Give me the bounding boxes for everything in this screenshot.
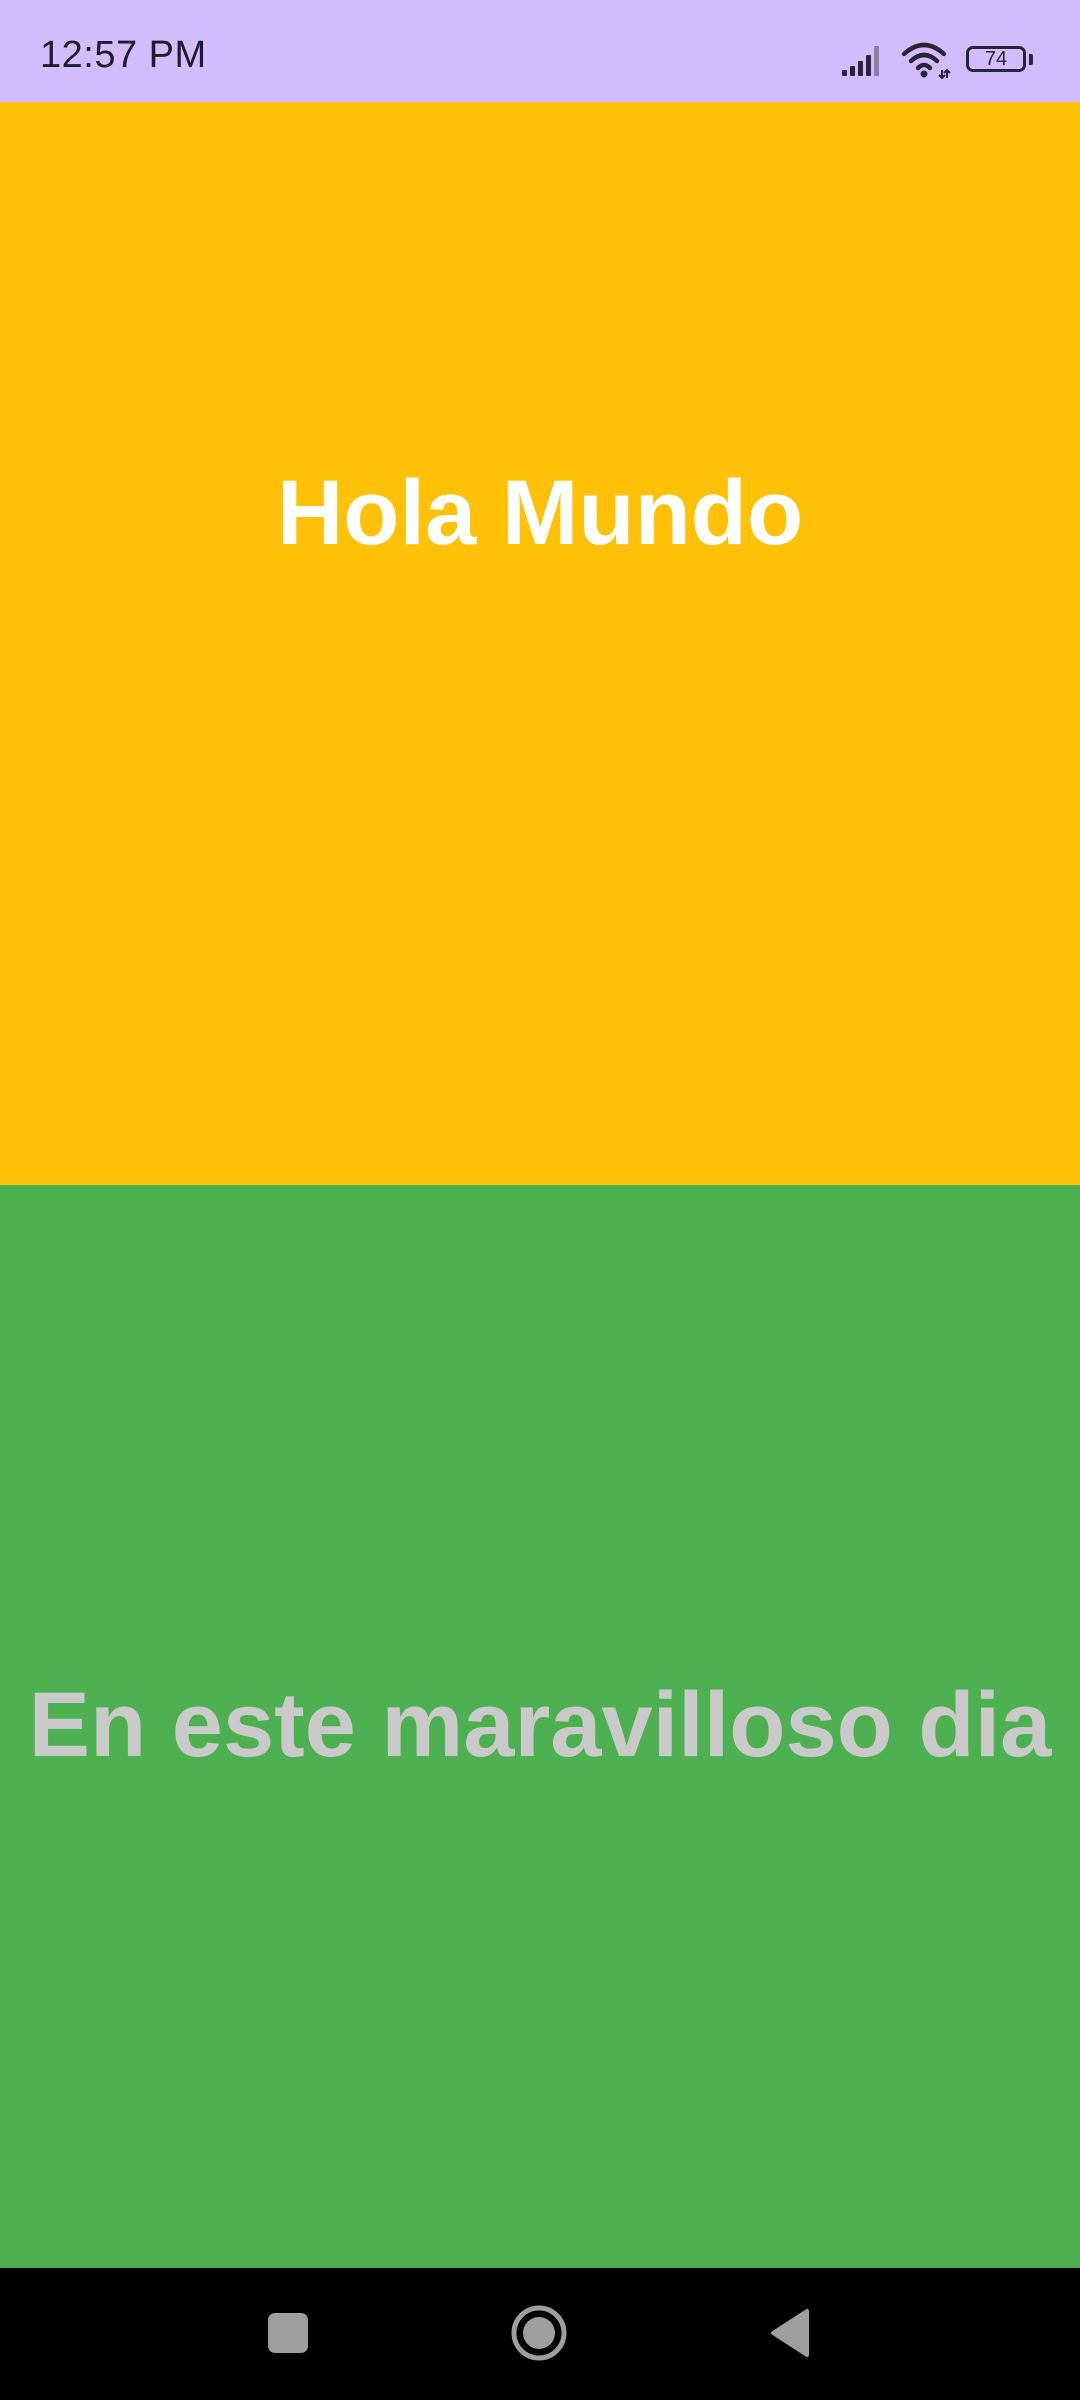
home-button[interactable] — [504, 2298, 574, 2368]
hello-text: Hola Mundo — [276, 462, 804, 564]
top-panel: Hola Mundo — [0, 102, 1080, 1185]
signal-icon — [842, 46, 879, 76]
status-time: 12:57 PM — [40, 34, 207, 76]
bottom-panel: En este maravilloso dia — [0, 1185, 1080, 2268]
app-screen: 12:57 PM 74 Hola Mundo En este maravillo… — [0, 0, 1080, 2400]
status-icons: 74 — [840, 40, 1036, 80]
status-bar: 12:57 PM 74 — [0, 0, 1080, 102]
recents-icon — [268, 2313, 308, 2353]
home-icon — [511, 2305, 567, 2361]
recents-button[interactable] — [253, 2298, 323, 2368]
battery-icon: 74 — [966, 43, 1036, 77]
battery-level: 74 — [984, 48, 1008, 70]
day-text: En este maravilloso dia — [28, 1674, 1052, 1776]
back-button[interactable] — [756, 2298, 826, 2368]
battery-tip — [1029, 54, 1033, 65]
navigation-bar — [0, 2268, 1080, 2400]
back-icon — [771, 2309, 809, 2357]
wifi-icon — [901, 42, 951, 80]
